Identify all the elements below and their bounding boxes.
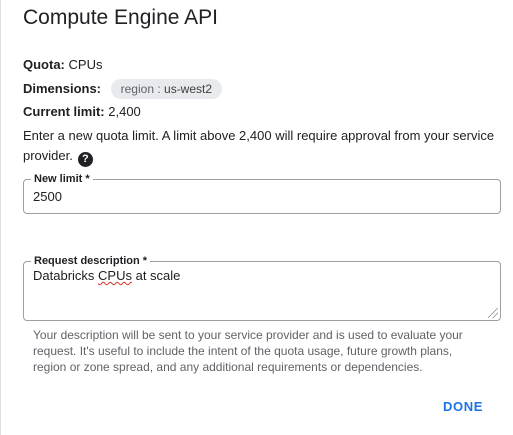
info-text: Enter a new quota limit. A limit above 2… [23, 128, 495, 163]
quota-edit-panel: Compute Engine API Quota: CPUs Dimension… [0, 0, 513, 435]
new-limit-field[interactable]: New limit * 2500 [23, 172, 501, 214]
current-limit-row: Current limit: 2,400 [23, 103, 141, 121]
quota-row: Quota: CPUs [23, 56, 102, 74]
quota-value: CPUs [68, 57, 103, 72]
quota-label: Quota: [23, 57, 65, 72]
current-limit-label: Current limit: [23, 104, 105, 119]
request-description-textarea[interactable]: Databricks CPUs at scale [33, 268, 180, 283]
dimensions-row: Dimensions: region : us-west2 [23, 79, 223, 99]
dimensions-label: Dimensions: [23, 81, 102, 96]
new-limit-input[interactable]: 2500 [33, 189, 62, 204]
current-limit-value: 2,400 [108, 104, 141, 119]
description-text-prefix: Databricks [33, 268, 99, 283]
new-limit-label: New limit * [31, 172, 93, 186]
help-icon[interactable]: ? [77, 152, 93, 167]
dimension-chip-value: us-west2 [164, 82, 213, 96]
description-text-suffix: at scale [131, 268, 181, 283]
description-hint: Your description will be sent to your se… [33, 328, 463, 374]
done-button[interactable]: DONE [443, 399, 483, 414]
request-description-label: Request description * [31, 254, 151, 268]
description-text-misspelled: CPUs [98, 268, 132, 283]
request-description-field[interactable]: Request description * Databricks CPUs at… [23, 254, 501, 321]
dimension-chip-key: region : [120, 82, 161, 96]
resize-handle-icon[interactable] [488, 308, 498, 318]
page-title: Compute Engine API [23, 6, 218, 29]
dimension-chip: region : us-west2 [110, 79, 223, 99]
info-text-block: Enter a new quota limit. A limit above 2… [23, 126, 503, 167]
